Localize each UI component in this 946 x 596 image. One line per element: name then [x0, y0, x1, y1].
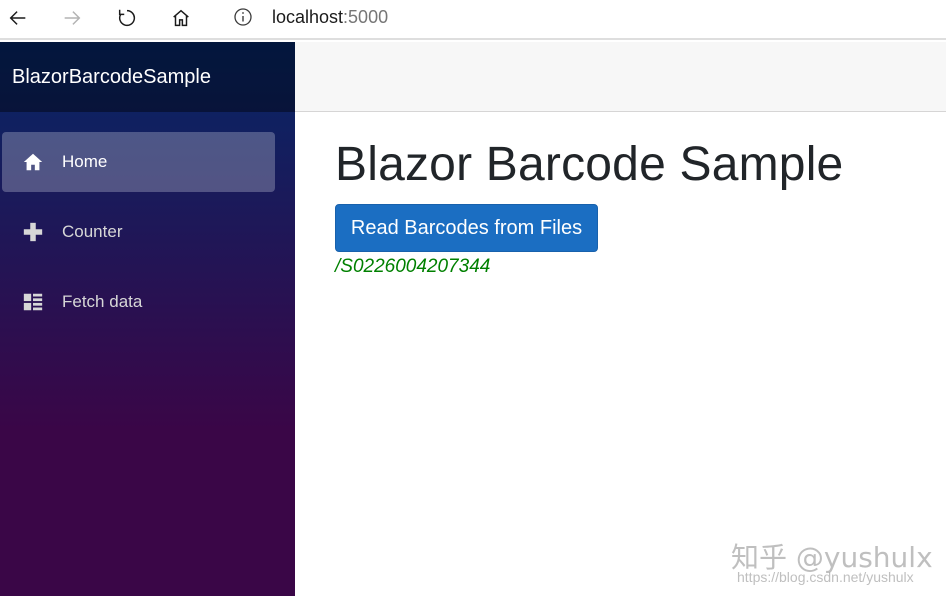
browser-toolbar: localhost:5000	[0, 0, 946, 40]
refresh-button[interactable]	[109, 0, 145, 36]
sidebar-item-fetch-data[interactable]: Fetch data	[2, 272, 275, 332]
sidebar-item-home[interactable]: Home	[2, 132, 275, 192]
address-bar[interactable]: localhost:5000	[218, 0, 946, 36]
url-port: :5000	[343, 7, 389, 27]
back-button[interactable]	[0, 0, 36, 36]
page-title: Blazor Barcode Sample	[335, 138, 844, 191]
sidebar-header: BlazorBarcodeSample	[0, 42, 295, 112]
url-host: localhost	[272, 7, 344, 27]
barcode-result-text: /S0226004207344	[335, 256, 491, 277]
home-button[interactable]	[163, 0, 199, 36]
sidebar: BlazorBarcodeSample Home Counter Fetch d…	[0, 42, 295, 596]
watermark-url: https://blog.csdn.net/yushulx	[737, 569, 914, 585]
refresh-icon	[118, 9, 136, 27]
plus-icon	[21, 220, 45, 244]
sidebar-item-label: Home	[62, 152, 108, 171]
home-icon	[21, 150, 45, 174]
brand-link[interactable]: BlazorBarcodeSample	[12, 66, 211, 89]
sidebar-item-label: Counter	[62, 222, 123, 241]
top-row	[295, 42, 946, 112]
list-icon	[21, 290, 45, 314]
forward-button[interactable]	[54, 0, 90, 36]
back-arrow-icon	[9, 11, 26, 25]
forward-arrow-icon	[64, 11, 81, 25]
sidebar-item-counter[interactable]: Counter	[2, 202, 275, 262]
url-text[interactable]: localhost:5000	[272, 7, 388, 28]
read-barcodes-button[interactable]: Read Barcodes from Files	[335, 204, 598, 252]
sidebar-item-label: Fetch data	[62, 292, 143, 311]
info-icon[interactable]	[233, 7, 253, 27]
home-icon	[173, 9, 189, 27]
